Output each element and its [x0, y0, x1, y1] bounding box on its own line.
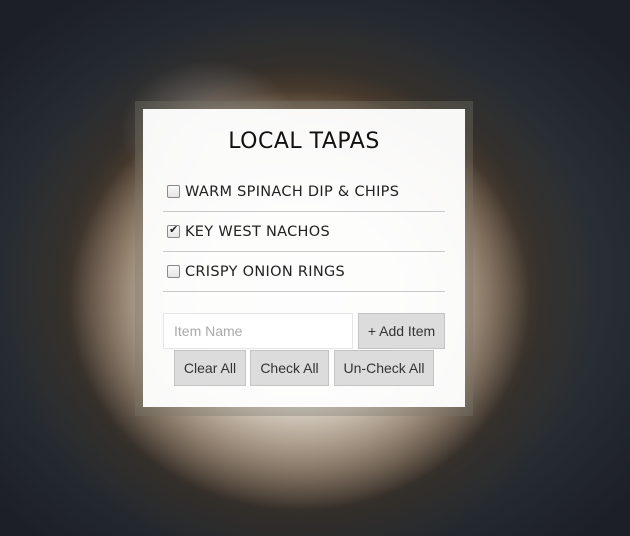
item-label: CRISPY ONION RINGS — [185, 263, 346, 280]
checkbox[interactable] — [167, 223, 180, 238]
item-label: WARM SPINACH DIP & CHIPS — [185, 183, 400, 200]
checkbox[interactable] — [167, 265, 180, 278]
item-name-input[interactable] — [163, 313, 353, 349]
clear-all-button[interactable]: Clear All — [174, 350, 246, 386]
list-item[interactable]: WARM SPINACH DIP & CHIPS — [163, 172, 445, 212]
checkbox[interactable] — [167, 185, 180, 198]
add-item-button[interactable]: + Add Item — [358, 313, 445, 349]
list-item[interactable]: CRISPY ONION RINGS — [163, 252, 445, 292]
item-label: KEY WEST NACHOS — [185, 223, 330, 240]
check-all-button[interactable]: Check All — [250, 350, 329, 386]
tapas-card: LOCAL TAPAS WARM SPINACH DIP & CHIPS KEY… — [143, 109, 465, 407]
card-title: LOCAL TAPAS — [228, 129, 380, 154]
list-item[interactable]: KEY WEST NACHOS — [163, 212, 445, 252]
uncheck-all-button[interactable]: Un-Check All — [334, 350, 434, 386]
item-list: WARM SPINACH DIP & CHIPS KEY WEST NACHOS… — [163, 172, 445, 292]
